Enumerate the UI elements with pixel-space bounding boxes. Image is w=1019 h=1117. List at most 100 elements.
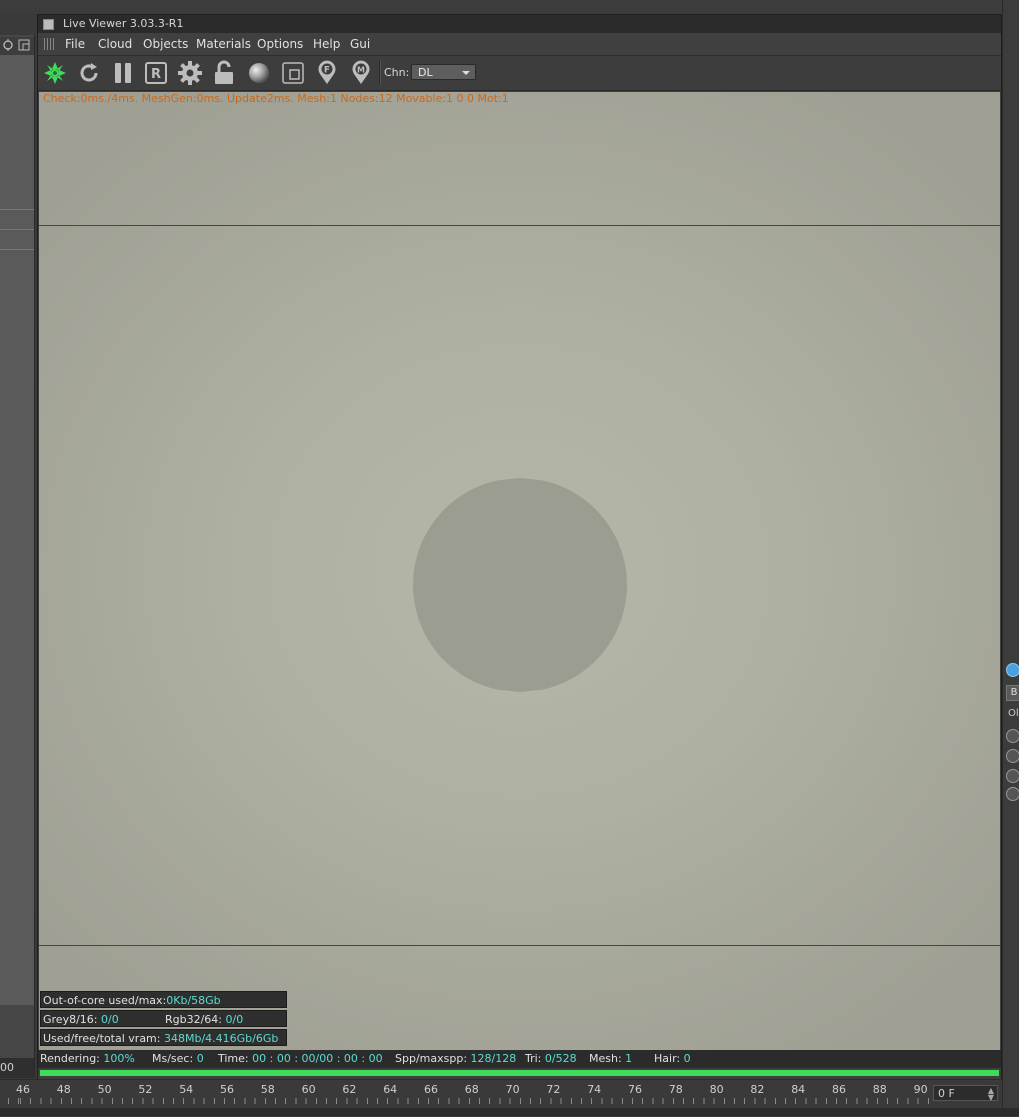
out-of-core-info: Out-of-core used/max:0Kb/58Gb xyxy=(40,991,287,1008)
rendering-value: 100% xyxy=(103,1052,135,1065)
menu-grip-icon[interactable] xyxy=(44,38,56,50)
timeline-tick-label: 72 xyxy=(546,1083,561,1096)
render-viewport[interactable]: Check:0ms./4ms. MeshGen:0ms. Update2ms. … xyxy=(39,92,1000,1050)
timeline-tick-label: 74 xyxy=(587,1083,602,1096)
menu-file[interactable]: File xyxy=(65,33,85,55)
mesh-status: Mesh: 1 xyxy=(589,1050,632,1068)
right-panel-globe-icon[interactable] xyxy=(1006,663,1019,677)
tri-status: Tri: 0/528 xyxy=(525,1050,577,1068)
material-pick-letter: M xyxy=(357,66,365,75)
vram-label: Used/free/total vram: xyxy=(43,1032,161,1045)
menu-help[interactable]: Help xyxy=(313,33,340,55)
bottom-strip xyxy=(0,1108,1019,1116)
right-panel-radio-2[interactable] xyxy=(1006,749,1019,763)
timeline-tick-label: 54 xyxy=(179,1083,194,1096)
spp-label: Spp/maxspp: xyxy=(395,1052,468,1065)
menu-options[interactable]: Options xyxy=(257,33,303,55)
right-panel-radio-3[interactable] xyxy=(1006,769,1019,783)
octane-logo-icon[interactable] xyxy=(41,59,69,87)
menu-gui[interactable]: Gui xyxy=(350,33,370,55)
safe-frame-bottom-line xyxy=(39,945,1000,946)
ms-value: 0 xyxy=(196,1052,204,1065)
layout-icon[interactable] xyxy=(18,39,30,51)
target-icon[interactable] xyxy=(2,39,14,51)
render-progress-fill xyxy=(40,1070,999,1076)
spp-value: 128/128 xyxy=(470,1052,517,1065)
vram-value: 348Mb/4.416Gb/6Gb xyxy=(163,1032,279,1045)
material-ball-icon[interactable] xyxy=(245,59,273,87)
rgb-label: Rgb32/64: xyxy=(165,1013,223,1026)
host-top-bar xyxy=(0,0,1019,14)
right-panel-radio-4[interactable] xyxy=(1006,787,1019,801)
left-panel-header xyxy=(0,37,34,55)
settings-gear-icon[interactable] xyxy=(176,59,204,87)
rgb-value: 0/0 xyxy=(225,1013,244,1026)
right-panel-radio-1[interactable] xyxy=(1006,729,1019,743)
frame-value: 0 F xyxy=(938,1087,955,1100)
timeline-tick-label: 60 xyxy=(301,1083,316,1096)
spp-status: Spp/maxspp: 128/128 xyxy=(395,1050,516,1068)
safe-frame-top-line xyxy=(39,225,1000,226)
timeline-tick-label: 56 xyxy=(220,1083,234,1096)
rendering-label: Rendering: xyxy=(40,1052,100,1065)
focus-pick-icon[interactable]: F xyxy=(313,59,341,87)
region-render-icon[interactable]: R xyxy=(142,59,170,87)
timeline-tick-label: 86 xyxy=(832,1083,846,1096)
timeline-tick-label: 76 xyxy=(628,1083,642,1096)
vram-info: Used/free/total vram: 348Mb/4.416Gb/6Gb xyxy=(40,1029,287,1046)
right-panel-button[interactable]: B xyxy=(1006,685,1019,701)
timeline-tick-label: 46 xyxy=(16,1083,30,1096)
right-panel-label: Ol xyxy=(1008,708,1019,719)
texture-info: Grey8/16: 0/0 Rgb32/64: 0/0 xyxy=(40,1010,287,1027)
time-label: Time: xyxy=(218,1052,249,1065)
timeline-tick-label: 78 xyxy=(668,1083,683,1096)
timeline-tick-label: 84 xyxy=(791,1083,806,1096)
mesh-label: Mesh: xyxy=(589,1052,622,1065)
timeline-tick-label: 62 xyxy=(342,1083,357,1096)
time-value: 00 : 00 : 00/00 : 00 : 00 xyxy=(252,1052,383,1065)
timeline-tick-label: 90 xyxy=(913,1083,928,1096)
grey-label: Grey8/16: xyxy=(43,1013,98,1026)
grey-value: 0/0 xyxy=(101,1013,119,1026)
timeline-tick-label: 50 xyxy=(97,1083,112,1096)
out-of-core-value: 0Kb/58Gb xyxy=(166,994,221,1007)
left-panel-strip xyxy=(0,55,34,1005)
stepper-icon[interactable]: ▲ ▼ xyxy=(988,1087,994,1102)
frame-field[interactable]: 0 F ▲ ▼ xyxy=(933,1085,998,1102)
window-icon xyxy=(43,19,54,30)
refresh-icon[interactable] xyxy=(75,59,103,87)
ms-status: Ms/sec: 0 xyxy=(152,1050,204,1068)
channel-select[interactable]: DL xyxy=(411,64,476,80)
viewport-stats: Check:0ms./4ms. MeshGen:0ms. Update2ms. … xyxy=(43,92,509,105)
out-of-core-label: Out-of-core used/max: xyxy=(43,994,167,1007)
rendered-sphere xyxy=(413,478,627,692)
timeline-tick-label: 80 xyxy=(709,1083,724,1096)
lock-icon[interactable] xyxy=(210,59,238,87)
right-side-panel: B Ol xyxy=(1002,0,1019,1116)
toolbar: R F M Chn: DL xyxy=(38,56,1001,91)
render-progress-bar xyxy=(40,1070,999,1076)
menu-cloud[interactable]: Cloud xyxy=(98,33,132,55)
material-pick-icon[interactable]: M xyxy=(347,59,375,87)
left-panel-unit: 00 cm xyxy=(0,1058,34,1094)
clay-mode-icon[interactable] xyxy=(279,59,307,87)
hair-status: Hair: 0 xyxy=(654,1050,691,1068)
menu-materials[interactable]: Materials xyxy=(196,33,251,55)
channel-select-value: DL xyxy=(418,66,433,79)
time-status: Time: 00 : 00 : 00/00 : 00 : 00 xyxy=(218,1050,383,1068)
toolbar-separator xyxy=(379,61,381,85)
pause-icon[interactable] xyxy=(109,59,137,87)
chevron-down-icon xyxy=(462,71,470,75)
timeline-tick-label: 58 xyxy=(260,1083,275,1096)
timeline-tick-label: 68 xyxy=(464,1083,479,1096)
menu-objects[interactable]: Objects xyxy=(143,33,188,55)
live-viewer-window: Live Viewer 3.03.3-R1 File Cloud Objects… xyxy=(37,14,1002,1080)
tri-label: Tri: xyxy=(525,1052,542,1065)
rgb-group: Rgb32/64: 0/0 xyxy=(165,1011,243,1028)
window-title: Live Viewer 3.03.3-R1 xyxy=(63,17,184,30)
timeline-tick-label: 64 xyxy=(383,1083,398,1096)
timeline-tick-label: 66 xyxy=(424,1083,438,1096)
window-titlebar[interactable]: Live Viewer 3.03.3-R1 xyxy=(38,15,1001,33)
channel-label: Chn: xyxy=(384,66,410,79)
timeline-tick-label: 82 xyxy=(750,1083,765,1096)
